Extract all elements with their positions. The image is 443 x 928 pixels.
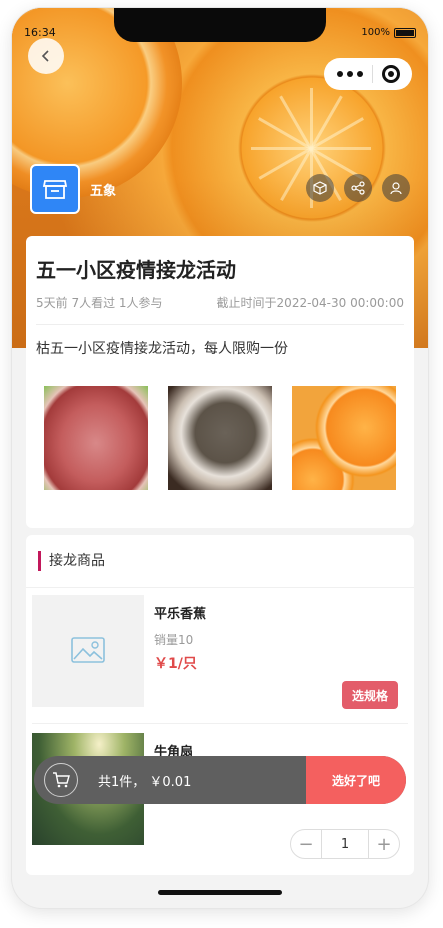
shop-logo[interactable] <box>30 164 80 214</box>
activity-meta: 5天前 7人看过 1人参与 <box>36 296 163 310</box>
divider <box>36 324 404 325</box>
hero-action-icons <box>306 174 410 202</box>
image-pepper[interactable] <box>168 386 272 490</box>
plus-icon[interactable]: + <box>369 830 399 858</box>
choose-spec-button[interactable]: 选规格 <box>342 681 398 709</box>
store-icon <box>42 180 68 199</box>
user-icon[interactable] <box>382 174 410 202</box>
quantity-value[interactable]: 1 <box>321 830 369 858</box>
image-orange[interactable] <box>292 386 396 490</box>
activity-description: 枯五一小区疫情接龙活动，每人限购一份 <box>36 341 288 357</box>
checkout-button[interactable]: 选好了吧 <box>306 756 406 804</box>
minus-icon[interactable]: − <box>291 830 321 858</box>
activity-card: 五一小区疫情接龙活动 5天前 7人看过 1人参与 截止时间于2022-04-30… <box>26 236 414 528</box>
close-circle-icon[interactable] <box>381 65 400 83</box>
divider <box>32 723 408 724</box>
home-indicator <box>158 890 282 895</box>
cart-icon[interactable] <box>44 763 78 797</box>
miniapp-capsule <box>324 58 412 90</box>
battery-icon <box>394 28 416 38</box>
products-card: 接龙商品 平乐香蕉 销量10 ￥1/只 选规格 牛角扇 − 1 + <box>26 535 414 875</box>
notch <box>114 8 326 42</box>
capsule-divider <box>371 65 373 83</box>
status-bar: 16:34 100% <box>12 8 428 42</box>
activity-title: 五一小区疫情接龙活动 <box>36 258 236 282</box>
more-dots-icon[interactable] <box>336 71 363 77</box>
product-image[interactable] <box>32 595 144 707</box>
cart-left[interactable]: 共1件， ￥0.01 <box>34 756 306 804</box>
box-icon[interactable] <box>306 174 334 202</box>
shop-name[interactable]: 五象 <box>90 180 116 199</box>
share-icon[interactable] <box>344 174 372 202</box>
product-price: ￥1/只 <box>154 656 197 672</box>
activity-deadline: 截止时间于2022-04-30 00:00:00 <box>216 296 404 310</box>
status-time: 16:34 <box>24 26 56 39</box>
section-title: 接龙商品 <box>38 551 105 571</box>
image-meat[interactable] <box>44 386 148 490</box>
activity-images <box>44 386 396 490</box>
back-icon <box>41 50 49 62</box>
back-button[interactable] <box>28 38 64 74</box>
product-name: 平乐香蕉 <box>154 607 207 622</box>
cart-bar: 共1件， ￥0.01 选好了吧 <box>34 756 406 804</box>
product-item[interactable]: 平乐香蕉 销量10 ￥1/只 选规格 <box>32 595 408 713</box>
battery-percent: 100% <box>361 27 390 38</box>
divider <box>26 587 414 588</box>
cart-summary: 共1件， ￥0.01 <box>98 774 192 790</box>
phone-frame: 16:34 100% 五象 五一小区疫情接龙活动 5天前 7人看过 1人参与 截… <box>12 8 428 908</box>
image-placeholder-icon <box>71 637 105 663</box>
quantity-stepper: − 1 + <box>290 829 400 859</box>
product-sales: 销量10 <box>154 633 194 647</box>
